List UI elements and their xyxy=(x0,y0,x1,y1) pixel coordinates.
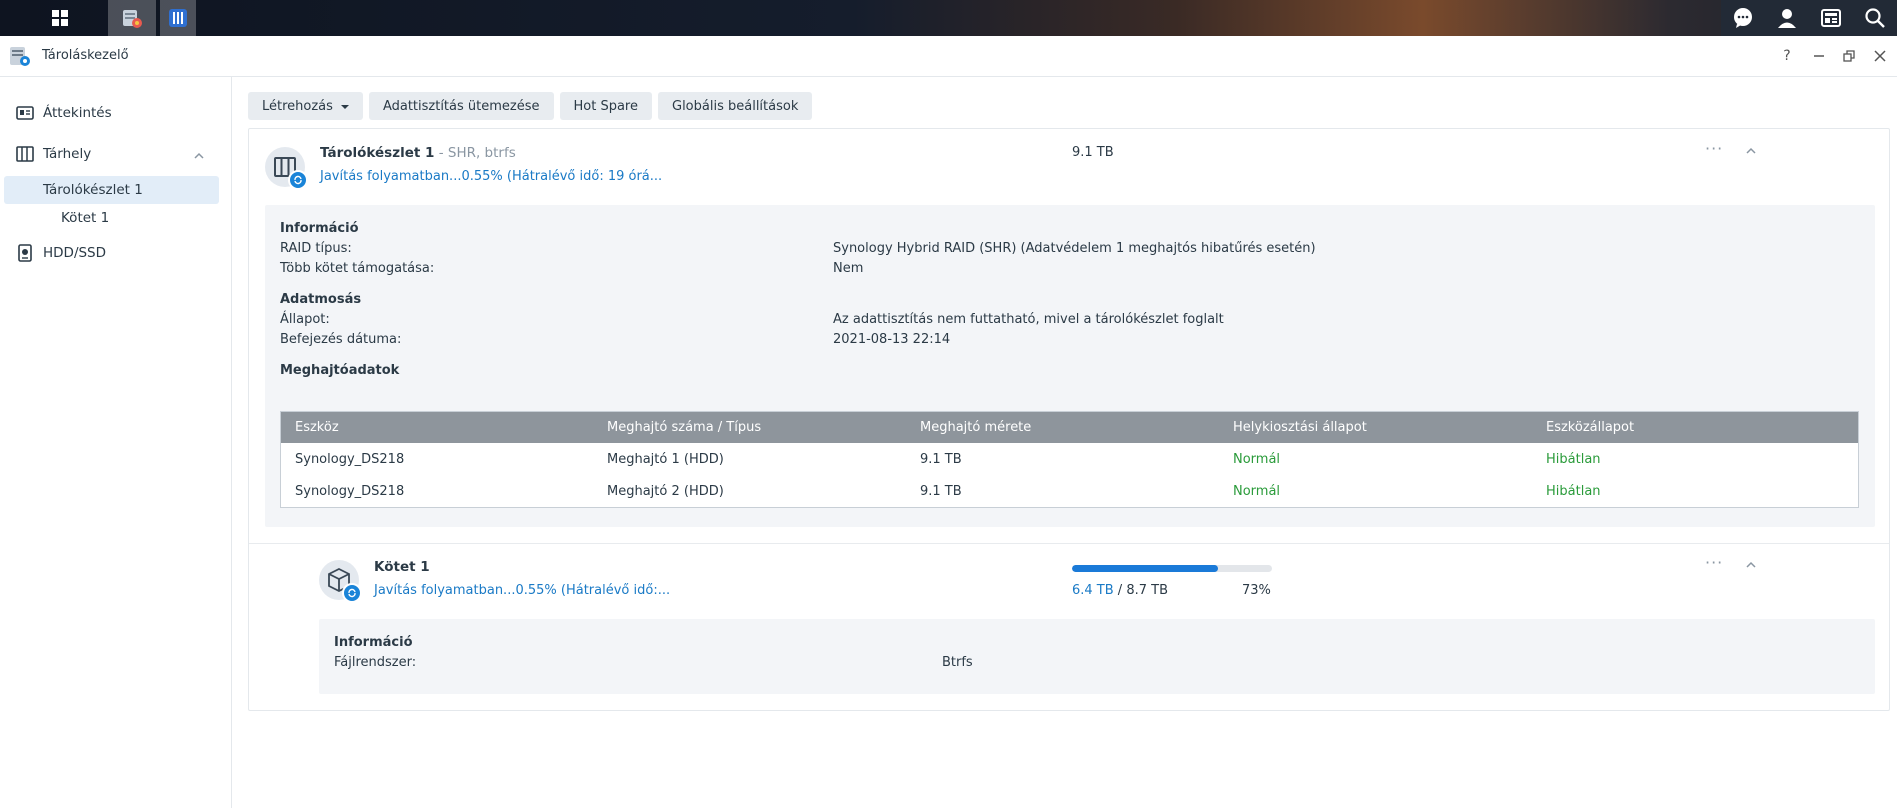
device-cell: Synology_DS218 xyxy=(295,483,405,499)
hdd-icon xyxy=(16,244,34,262)
storage-pool-icon xyxy=(265,147,308,190)
device-cell: Synology_DS218 xyxy=(295,451,405,467)
pool-details: Információ RAID típus: Synology Hybrid R… xyxy=(265,205,1875,527)
column-header: Eszköz xyxy=(295,420,339,435)
table-row[interactable]: Synology_DS218 Meghajtó 1 (HDD) 9.1 TB N… xyxy=(281,443,1858,475)
grid-icon[interactable] xyxy=(36,0,84,36)
health-status-cell: Hibátlan xyxy=(1546,451,1601,467)
table-row[interactable]: Synology_DS218 Meghajtó 2 (HDD) 9.1 TB N… xyxy=(281,475,1858,507)
volume-percent: 73% xyxy=(1242,583,1271,598)
package-icon[interactable] xyxy=(160,0,196,36)
sidebar-item-label: Tárolókészlet 1 xyxy=(43,182,143,198)
overview-icon xyxy=(16,104,34,122)
taskbar xyxy=(0,0,1897,36)
volume-info-heading: Információ xyxy=(334,635,413,650)
user-icon[interactable] xyxy=(1765,0,1809,36)
raid-type-label: RAID típus: xyxy=(280,241,352,256)
sidebar-item-label: HDD/SSD xyxy=(43,245,107,261)
sidebar-item-pool[interactable]: Tárolókészlet 1 xyxy=(4,176,219,204)
scrub-schedule-button[interactable]: Adattisztítás ütemezése xyxy=(368,92,554,120)
sidebar-item-label: Tárhely xyxy=(43,146,92,162)
volume-icon xyxy=(319,560,362,603)
volume-total: 8.7 TB xyxy=(1126,583,1168,598)
sidebar: Áttekintés Tárhely Tárolókészlet 1 Kötet… xyxy=(0,77,232,808)
toolbar: Létrehozás Adattisztítás ütemezése Hot S… xyxy=(248,92,813,120)
volume-used: 6.4 TB xyxy=(1072,583,1114,598)
storage-manager-icon[interactable] xyxy=(108,0,156,36)
info-heading: Információ xyxy=(280,221,359,236)
drive-size-cell: 9.1 TB xyxy=(920,451,962,467)
volume-usage-text: 6.4 TB / 8.7 TB xyxy=(1072,583,1168,598)
pool-subtitle: - SHR, btrfs xyxy=(434,145,516,161)
column-header: Meghajtó száma / Típus xyxy=(607,420,762,435)
sidebar-item-label: Áttekintés xyxy=(43,105,112,121)
scrub-finish-value: 2021-08-13 22:14 xyxy=(833,332,951,347)
pool-name: Tárolókészlet 1 xyxy=(320,145,435,161)
sidebar-item-label: Kötet 1 xyxy=(61,210,110,226)
table-header: Eszköz Meghajtó száma / Típus Meghajtó m… xyxy=(281,412,1858,443)
hot-spare-button[interactable]: Hot Spare xyxy=(559,92,652,120)
column-header: Eszközállapot xyxy=(1546,420,1635,435)
restore-icon[interactable] xyxy=(1837,44,1861,68)
raid-type-value: Synology Hybrid RAID (SHR) (Adatvédelem … xyxy=(833,241,1316,256)
scrub-state-value: Az adattisztítás nem futtatható, mivel a… xyxy=(833,312,1224,327)
scrub-state-label: Állapot: xyxy=(280,312,330,327)
more-options-icon[interactable]: ··· xyxy=(1705,553,1723,572)
column-header: Helykiosztási állapot xyxy=(1233,420,1367,435)
volume-usage-fill xyxy=(1072,565,1218,572)
multi-volume-label: Több kötet támogatása: xyxy=(280,261,435,276)
chevron-up-icon[interactable] xyxy=(193,149,205,165)
volume-repair-status[interactable]: Javítás folyamatban...0.55% (Hátralévő i… xyxy=(374,583,670,598)
help-icon[interactable]: ? xyxy=(1775,44,1799,68)
health-status-cell: Hibátlan xyxy=(1546,483,1601,499)
pool-capacity: 9.1 TB xyxy=(1072,145,1114,160)
window-title: Tároláskezelő xyxy=(42,48,129,63)
caret-down-icon xyxy=(340,105,349,109)
multi-volume-value: Nem xyxy=(833,261,864,276)
drive-number-cell: Meghajtó 1 (HDD) xyxy=(607,451,724,467)
close-icon[interactable] xyxy=(1868,44,1892,68)
column-header: Meghajtó mérete xyxy=(920,420,1032,435)
storage-pool-panel: Tárolókészlet 1 - SHR, btrfs Javítás fol… xyxy=(248,128,1890,711)
scrub-heading: Adatmosás xyxy=(280,292,362,307)
pool-title[interactable]: Tárolókészlet 1 - SHR, btrfs xyxy=(320,145,516,161)
scrub-finish-label: Befejezés dátuma: xyxy=(280,332,402,347)
section-divider xyxy=(249,543,1889,544)
storage-manager-icon xyxy=(9,45,31,67)
sidebar-item-volume[interactable]: Kötet 1 xyxy=(4,204,219,232)
collapse-chevron-icon[interactable] xyxy=(1745,145,1756,155)
search-icon[interactable] xyxy=(1853,0,1897,36)
drive-number-cell: Meghajtó 2 (HDD) xyxy=(607,483,724,499)
widgets-icon[interactable] xyxy=(1809,0,1853,36)
minimize-icon[interactable] xyxy=(1807,44,1831,68)
global-settings-button[interactable]: Globális beállítások xyxy=(658,92,813,120)
volume-title[interactable]: Kötet 1 xyxy=(374,559,430,575)
filesystem-label: Fájlrendszer: xyxy=(334,655,417,670)
repair-sync-icon xyxy=(288,170,308,190)
chat-icon[interactable] xyxy=(1721,0,1765,36)
volume-details: Információ Fájlrendszer: Btrfs xyxy=(319,619,1875,694)
more-options-icon[interactable]: ··· xyxy=(1705,139,1723,158)
sidebar-item-hdd-ssd[interactable]: HDD/SSD xyxy=(0,238,231,268)
allocation-status-cell: Normál xyxy=(1233,451,1281,467)
drives-table: Eszköz Meghajtó száma / Típus Meghajtó m… xyxy=(280,411,1859,508)
storage-icon xyxy=(16,145,34,163)
collapse-chevron-icon[interactable] xyxy=(1745,559,1756,569)
pool-repair-status[interactable]: Javítás folyamatban...0.55% (Hátralévő i… xyxy=(320,169,662,184)
sidebar-item-storage[interactable]: Tárhely xyxy=(0,139,231,169)
drive-size-cell: 9.1 TB xyxy=(920,483,962,499)
window-titlebar: Tároláskezelő ? xyxy=(0,36,1897,77)
volume-usage-bar xyxy=(1072,565,1272,572)
volume-separator: / xyxy=(1113,583,1127,598)
create-label: Létrehozás xyxy=(262,98,333,114)
system-tray xyxy=(1721,0,1897,36)
filesystem-value: Btrfs xyxy=(942,655,973,670)
create-button[interactable]: Létrehozás xyxy=(248,92,363,120)
sidebar-item-overview[interactable]: Áttekintés xyxy=(0,98,231,128)
allocation-status-cell: Normál xyxy=(1233,483,1281,499)
repair-sync-icon xyxy=(342,583,362,603)
drives-heading: Meghajtóadatok xyxy=(280,363,400,378)
